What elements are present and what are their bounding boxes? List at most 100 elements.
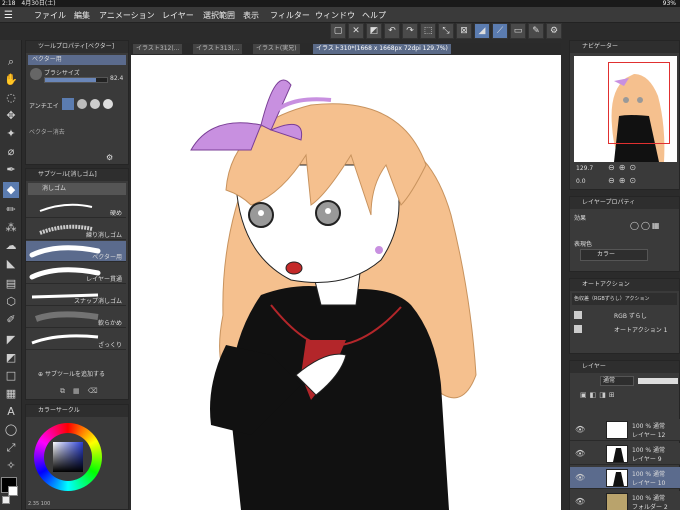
brush-size-slider[interactable] <box>44 77 108 83</box>
subtool-snap[interactable]: スナップ消しゴム <box>26 285 126 306</box>
layer-toolbar-icons[interactable]: ▣◧◨⊞ <box>580 391 618 399</box>
menu-layer[interactable]: レイヤー <box>162 10 194 21</box>
fill-icon[interactable]: ◩ <box>366 23 382 39</box>
action-set-select[interactable]: 色収差（RGBずらし）アクション <box>572 293 677 305</box>
antialias-weak-icon[interactable] <box>77 99 87 109</box>
action-item-2[interactable]: オートアクション 1 <box>614 325 667 334</box>
transform-icon[interactable]: ⤡ <box>438 23 454 39</box>
canvas-area[interactable] <box>131 55 561 510</box>
menu-edit[interactable]: 編集 <box>74 10 90 21</box>
frame-icon[interactable]: ✐ <box>3 312 19 328</box>
grid-icon[interactable]: ▦ <box>3 386 19 402</box>
menu-animation[interactable]: アニメーション <box>99 10 155 21</box>
tab-doc-312[interactable]: イラスト312(... <box>133 44 183 54</box>
pen-pressure-icon[interactable]: ⟋ <box>492 23 508 39</box>
balloon-icon[interactable]: ◯ <box>3 422 19 438</box>
subtool-footer-icons[interactable]: ⧉▦⌫ <box>60 387 106 396</box>
action-checkbox-1[interactable] <box>574 311 582 319</box>
tool-name[interactable]: ベクター用 <box>28 55 126 65</box>
clear-icon[interactable]: ✕ <box>348 23 364 39</box>
saturation-square[interactable] <box>53 442 83 472</box>
layer-row[interactable]: 👁 100 % 通常 フォルダー 2 <box>570 491 680 510</box>
subtool-layer-through[interactable]: レイヤー貫通 <box>26 263 126 284</box>
effect-buttons[interactable]: ◯◯▦ <box>630 221 661 230</box>
move-icon[interactable]: ✥ <box>3 108 19 124</box>
text-icon[interactable]: A <box>3 404 19 420</box>
settings-icon[interactable]: ⚙ <box>546 23 562 39</box>
auto-select-icon[interactable]: ✦ <box>3 126 19 142</box>
tab-doc-313[interactable]: イラスト313(... <box>193 44 243 54</box>
stroke-preview-rough <box>31 334 99 345</box>
angle-value[interactable]: 0.0 <box>576 178 586 185</box>
pen-icon[interactable]: ✒ <box>3 162 19 178</box>
tool-settings-icon[interactable]: ⚙ <box>106 153 113 162</box>
eye-icon[interactable]: 👁 <box>575 497 585 506</box>
blend-icon[interactable]: ☁ <box>3 238 19 254</box>
action-checkbox-2[interactable] <box>574 325 582 333</box>
airbrush-icon[interactable]: ⁂ <box>3 220 19 236</box>
shape-icon[interactable]: ◩ <box>3 350 19 366</box>
menu-view[interactable]: 表示 <box>243 10 259 21</box>
antialias-strong-icon[interactable] <box>103 99 113 109</box>
eye-icon[interactable]: 👁 <box>575 473 585 482</box>
tab-doc-310[interactable]: イラスト310*(1668 x 1668px 72dpi 129.7%) <box>313 44 451 54</box>
deselect-icon[interactable]: ⊠ <box>456 23 472 39</box>
eraser-icon[interactable]: ◆ <box>3 182 19 198</box>
express-color-select[interactable]: カラー <box>580 249 648 261</box>
menu-window[interactable]: ウィンドウ <box>315 10 355 21</box>
action-item-1[interactable]: RGB ずらし <box>614 311 647 320</box>
blend-mode-select[interactable]: 通常 <box>600 376 634 386</box>
menu-filter[interactable]: フィルター <box>270 10 310 21</box>
tab-doc-brother[interactable]: イラスト(実兄) <box>253 44 300 54</box>
menu-icon[interactable]: ☰ <box>4 10 13 21</box>
battery-level: 93% <box>662 0 676 7</box>
ruler-icon[interactable]: ▭ <box>510 23 526 39</box>
stroke-icon[interactable]: ◢ <box>474 23 490 39</box>
sub-color-swatch[interactable] <box>8 486 18 496</box>
brush-icon[interactable]: ✏ <box>3 202 19 218</box>
opacity-slider[interactable] <box>638 378 678 384</box>
sub-tool-group[interactable]: 消しゴム <box>28 183 126 195</box>
antialias-none-icon[interactable] <box>62 98 74 110</box>
bucket-icon[interactable]: ◣ <box>3 256 19 272</box>
correction-icon[interactable]: ⤢ <box>3 440 19 456</box>
add-subtool-button[interactable]: ⊕ サブツールを追加する <box>38 369 105 378</box>
undo-icon[interactable]: ↶ <box>384 23 400 39</box>
eyedropper-icon[interactable]: ⌀ <box>3 144 19 160</box>
sparkle-icon[interactable]: ✧ <box>3 458 19 474</box>
subtool-hard[interactable]: 硬め <box>26 197 126 218</box>
layer-opacity-blend: 100 % 通常 <box>632 471 665 478</box>
hue-ring[interactable] <box>34 423 102 491</box>
subtool-soft[interactable]: 軟らかめ <box>26 307 126 328</box>
transparent-swatch[interactable] <box>2 496 10 504</box>
antialias-mid-icon[interactable] <box>90 99 100 109</box>
subtool-vector[interactable]: ベクター用 <box>26 241 126 262</box>
navigator-preview[interactable] <box>574 56 677 162</box>
menu-file[interactable]: ファイル <box>34 10 66 21</box>
rectangle-icon[interactable]: □ <box>3 368 19 384</box>
eye-icon[interactable]: 👁 <box>575 449 585 458</box>
zoom-controls[interactable]: ⊖⊕⊙ <box>608 163 640 172</box>
zoom-value[interactable]: 129.7 <box>576 165 593 172</box>
hand-icon[interactable]: ✋ <box>3 72 19 88</box>
rotate-controls[interactable]: ⊖⊕⊙ <box>608 176 640 185</box>
layer-row[interactable]: 👁 100 % 通常 レイヤー 12 <box>570 419 680 441</box>
zoom-icon[interactable]: ⌕ <box>3 54 19 70</box>
ruler-tool-icon[interactable]: ◤ <box>3 332 19 348</box>
layer-row[interactable]: 👁 100 % 通常 レイヤー 9 <box>570 443 680 465</box>
menu-selection[interactable]: 選択範囲 <box>203 10 235 21</box>
snap-icon[interactable]: ✎ <box>528 23 544 39</box>
layer-row[interactable]: 👁 100 % 通常 レイヤー 10 <box>570 467 680 489</box>
gradient-icon[interactable]: ▤ <box>3 276 19 292</box>
lasso-icon[interactable]: ◌ <box>3 90 19 106</box>
navigator-viewport[interactable] <box>608 62 670 144</box>
menu-help[interactable]: ヘルプ <box>362 10 386 21</box>
subtool-rough[interactable]: ざっくり <box>26 329 126 350</box>
select-all-icon[interactable]: ⬚ <box>420 23 436 39</box>
canvas-paper[interactable] <box>131 55 561 510</box>
figure-icon[interactable]: ⬡ <box>3 294 19 310</box>
subtool-kneaded[interactable]: 練り消しゴム <box>26 219 126 240</box>
redo-icon[interactable]: ↷ <box>402 23 418 39</box>
new-icon[interactable]: ▢ <box>330 23 346 39</box>
eye-icon[interactable]: 👁 <box>575 425 585 434</box>
